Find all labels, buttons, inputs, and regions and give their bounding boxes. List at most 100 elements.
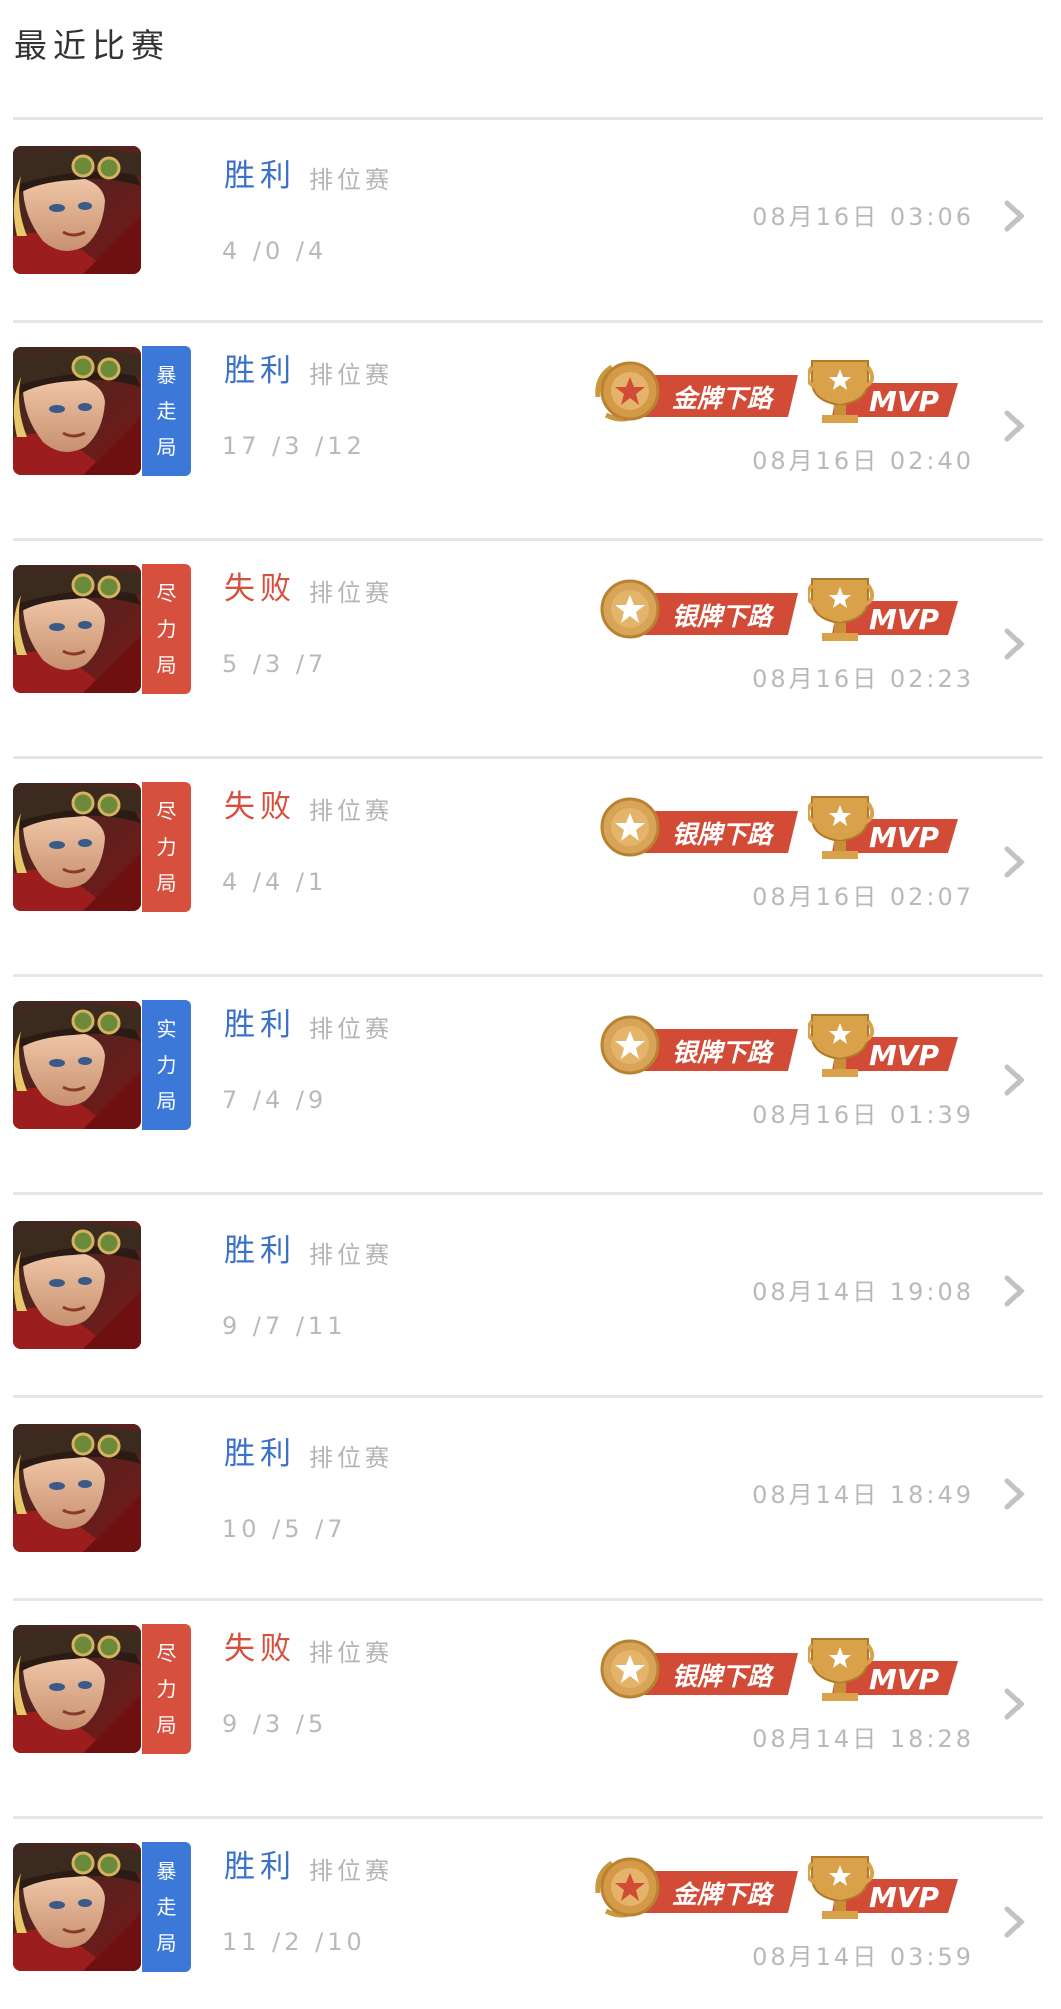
tier-badge-char: 局: [156, 1089, 177, 1113]
chevron-right-icon[interactable]: [1003, 845, 1031, 879]
match-result: 失败: [224, 789, 296, 825]
medal-label: 金牌下路: [672, 1880, 775, 1909]
match-mode: 排位赛: [309, 1444, 393, 1472]
trophy-icon: MVP: [805, 796, 958, 859]
medal-icon: 金牌下路: [595, 1857, 798, 1918]
match-kda: 7 /4 /9: [222, 1086, 328, 1114]
match-result: 胜利: [224, 353, 296, 389]
match-kda: 5 /3 /7: [222, 650, 328, 678]
chevron-right-icon[interactable]: [1003, 1687, 1031, 1721]
match-mode: 排位赛: [309, 797, 393, 825]
silver-medal-badge: 银牌下路: [592, 1635, 802, 1703]
mvp-badge: MVP: [805, 793, 960, 861]
tier-badge: 暴走局: [142, 1842, 191, 1972]
silver-medal-badge: 银牌下路: [592, 793, 802, 861]
match-row[interactable]: 暴走局胜利 排位赛 17 /3 /12 08月16日 02:40 金牌下路 MVP: [0, 323, 1061, 541]
tier-badge-char: 尽: [156, 1641, 177, 1665]
hero-avatar: [13, 1843, 141, 1971]
tier-badge-char: 走: [156, 399, 177, 423]
hero-avatar: [13, 347, 141, 475]
match-kda: 4 /4 /1: [222, 868, 328, 896]
match-datetime: 08月14日 03:59: [752, 1943, 974, 1971]
tier-badge-char: 尽: [156, 799, 177, 823]
hero-avatar: [13, 146, 141, 274]
hero-avatar: [13, 1424, 141, 1552]
match-mode: 排位赛: [309, 1857, 393, 1885]
match-datetime: 08月16日 02:40: [752, 447, 974, 475]
match-kda: 17 /3 /12: [222, 432, 366, 460]
tier-badge: 尽力局: [142, 564, 191, 694]
medal-icon: 银牌下路: [600, 579, 798, 639]
match-result: 胜利: [224, 158, 296, 194]
medal-icon: 银牌下路: [600, 1639, 798, 1699]
match-result: 胜利: [224, 1436, 296, 1472]
medal-label: 金牌下路: [672, 384, 775, 413]
match-kda: 11 /2 /10: [222, 1928, 366, 1956]
tier-badge-char: 局: [156, 653, 177, 677]
mvp-badge: MVP: [805, 575, 960, 643]
tier-badge-char: 力: [156, 1053, 177, 1077]
match-row[interactable]: 暴走局胜利 排位赛 11 /2 /10 08月14日 03:59 金牌下路 MVP: [0, 1819, 1061, 2009]
match-kda: 4 /0 /4: [222, 237, 328, 265]
tier-badge-char: 力: [156, 835, 177, 859]
match-datetime: 08月16日 01:39: [752, 1101, 974, 1129]
match-datetime: 08月16日 03:06: [752, 203, 974, 231]
tier-badge: 尽力局: [142, 1624, 191, 1754]
medal-icon: 银牌下路: [600, 797, 798, 857]
trophy-icon: MVP: [805, 578, 958, 641]
tier-badge-char: 尽: [156, 581, 177, 605]
tier-badge: 暴走局: [142, 346, 191, 476]
mvp-badge: MVP: [805, 1635, 960, 1703]
match-mode: 排位赛: [309, 1241, 393, 1269]
match-row[interactable]: 尽力局失败 排位赛 5 /3 /7 08月16日 02:23 银牌下路 MVP: [0, 541, 1061, 759]
tier-badge-char: 走: [156, 1895, 177, 1919]
tier-badge-char: 局: [156, 1931, 177, 1955]
tier-badge-char: 实: [156, 1017, 177, 1041]
mvp-label: MVP: [869, 1881, 940, 1914]
match-row[interactable]: 胜利 排位赛 10 /5 /7 08月14日 18:49: [0, 1398, 1061, 1601]
match-kda: 9 /3 /5: [222, 1710, 328, 1738]
hero-portrait-icon: [13, 1001, 141, 1129]
silver-medal-badge: 银牌下路: [592, 575, 802, 643]
trophy-icon: MVP: [805, 1856, 958, 1919]
match-row[interactable]: 尽力局失败 排位赛 4 /4 /1 08月16日 02:07 银牌下路 MVP: [0, 759, 1061, 977]
chevron-right-icon[interactable]: [1003, 627, 1031, 661]
match-row[interactable]: 胜利 排位赛 4 /0 /4 08月16日 03:06: [0, 120, 1061, 323]
mvp-label: MVP: [869, 1039, 940, 1072]
match-datetime: 08月16日 02:07: [752, 883, 974, 911]
match-datetime: 08月14日 18:28: [752, 1725, 974, 1753]
match-result: 胜利: [224, 1233, 296, 1269]
chevron-right-icon[interactable]: [1003, 1905, 1031, 1939]
medal-icon: 金牌下路: [595, 361, 798, 422]
mvp-badge: MVP: [805, 357, 960, 425]
chevron-right-icon[interactable]: [1003, 409, 1031, 443]
match-result: 失败: [224, 1631, 296, 1667]
trophy-icon: MVP: [805, 1638, 958, 1701]
chevron-right-icon[interactable]: [1003, 199, 1031, 233]
chevron-right-icon[interactable]: [1003, 1274, 1031, 1308]
hero-portrait-icon: [13, 565, 141, 693]
hero-portrait-icon: [13, 347, 141, 475]
medal-label: 银牌下路: [672, 1038, 775, 1067]
trophy-icon: MVP: [805, 1014, 958, 1077]
mvp-badge: MVP: [805, 1853, 960, 1921]
medal-label: 银牌下路: [672, 1662, 775, 1691]
tier-badge-char: 力: [156, 1677, 177, 1701]
mvp-label: MVP: [869, 821, 940, 854]
match-mode: 排位赛: [309, 1015, 393, 1043]
match-datetime: 08月14日 18:49: [752, 1481, 974, 1509]
chevron-right-icon[interactable]: [1003, 1063, 1031, 1097]
match-row[interactable]: 实力局胜利 排位赛 7 /4 /9 08月16日 01:39 银牌下路 MVP: [0, 977, 1061, 1195]
match-datetime: 08月16日 02:23: [752, 665, 974, 693]
hero-portrait-icon: [13, 1221, 141, 1349]
hero-portrait-icon: [13, 1843, 141, 1971]
tier-badge-char: 暴: [156, 1859, 177, 1883]
match-row[interactable]: 胜利 排位赛 9 /7 /11 08月14日 19:08: [0, 1195, 1061, 1398]
match-row[interactable]: 尽力局失败 排位赛 9 /3 /5 08月14日 18:28 银牌下路 MVP: [0, 1601, 1061, 1819]
match-result: 胜利: [224, 1849, 296, 1885]
mvp-badge: MVP: [805, 1011, 960, 1079]
tier-badge-char: 力: [156, 617, 177, 641]
hero-avatar: [13, 1221, 141, 1349]
chevron-right-icon[interactable]: [1003, 1477, 1031, 1511]
tier-badge-char: 暴: [156, 363, 177, 387]
